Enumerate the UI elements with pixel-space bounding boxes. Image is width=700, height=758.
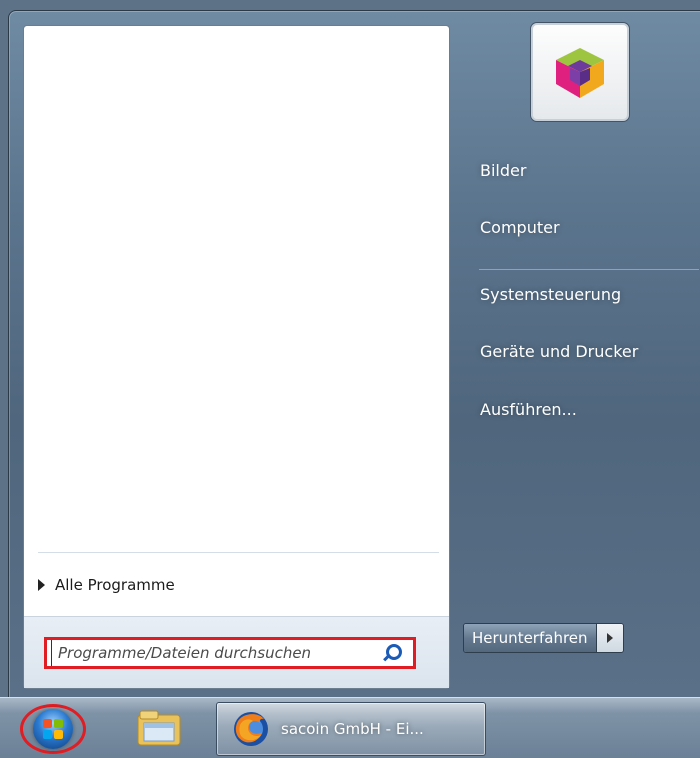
right-pane-divider: [479, 269, 699, 270]
shutdown-button[interactable]: Herunterfahren: [464, 624, 597, 652]
taskbar-window-firefox[interactable]: sacoin GmbH - Ei...: [216, 702, 486, 756]
shutdown-label: Herunterfahren: [472, 629, 588, 647]
all-programs-divider: [38, 552, 439, 553]
programs-pane: Alle Programme: [23, 25, 450, 689]
right-item-bilder[interactable]: Bilder: [480, 161, 526, 180]
right-item-label: Systemsteuerung: [480, 285, 622, 304]
right-item-label: Ausführen...: [480, 400, 577, 419]
shutdown-options-button[interactable]: [596, 624, 623, 652]
search-strip: [24, 616, 449, 688]
all-programs-button[interactable]: Alle Programme: [38, 572, 439, 598]
search-input[interactable]: [51, 640, 381, 666]
shutdown-control: Herunterfahren: [463, 623, 624, 653]
windows-orb-icon: [33, 709, 73, 749]
firefox-icon: [234, 712, 268, 746]
taskbar-explorer-button[interactable]: [125, 704, 193, 754]
start-menu: Alle Programme Bilder Computer: [8, 10, 700, 699]
all-programs-label: Alle Programme: [55, 576, 175, 594]
right-item-label: Geräte und Drucker: [480, 342, 639, 361]
taskbar-window-label: sacoin GmbH - Ei...: [281, 720, 424, 738]
expand-arrow-icon: [38, 579, 45, 591]
right-item-label: Bilder: [480, 161, 527, 180]
search-icon[interactable]: [381, 642, 403, 664]
programs-list: Alle Programme: [24, 26, 449, 616]
right-item-computer[interactable]: Computer: [480, 218, 560, 237]
start-button[interactable]: [20, 704, 86, 754]
right-item-ausfuehren[interactable]: Ausführen...: [480, 400, 577, 419]
arrow-right-icon: [606, 633, 613, 643]
colorful-cube-icon: [556, 48, 604, 98]
search-box[interactable]: [44, 637, 416, 669]
right-item-systemsteuerung[interactable]: Systemsteuerung: [480, 285, 621, 304]
right-item-geraete-und-drucker[interactable]: Geräte und Drucker: [480, 342, 638, 361]
windows-explorer-icon: [137, 710, 181, 746]
taskbar: sacoin GmbH - Ei...: [0, 697, 700, 758]
right-item-label: Computer: [480, 218, 560, 237]
user-picture[interactable]: [531, 23, 629, 121]
